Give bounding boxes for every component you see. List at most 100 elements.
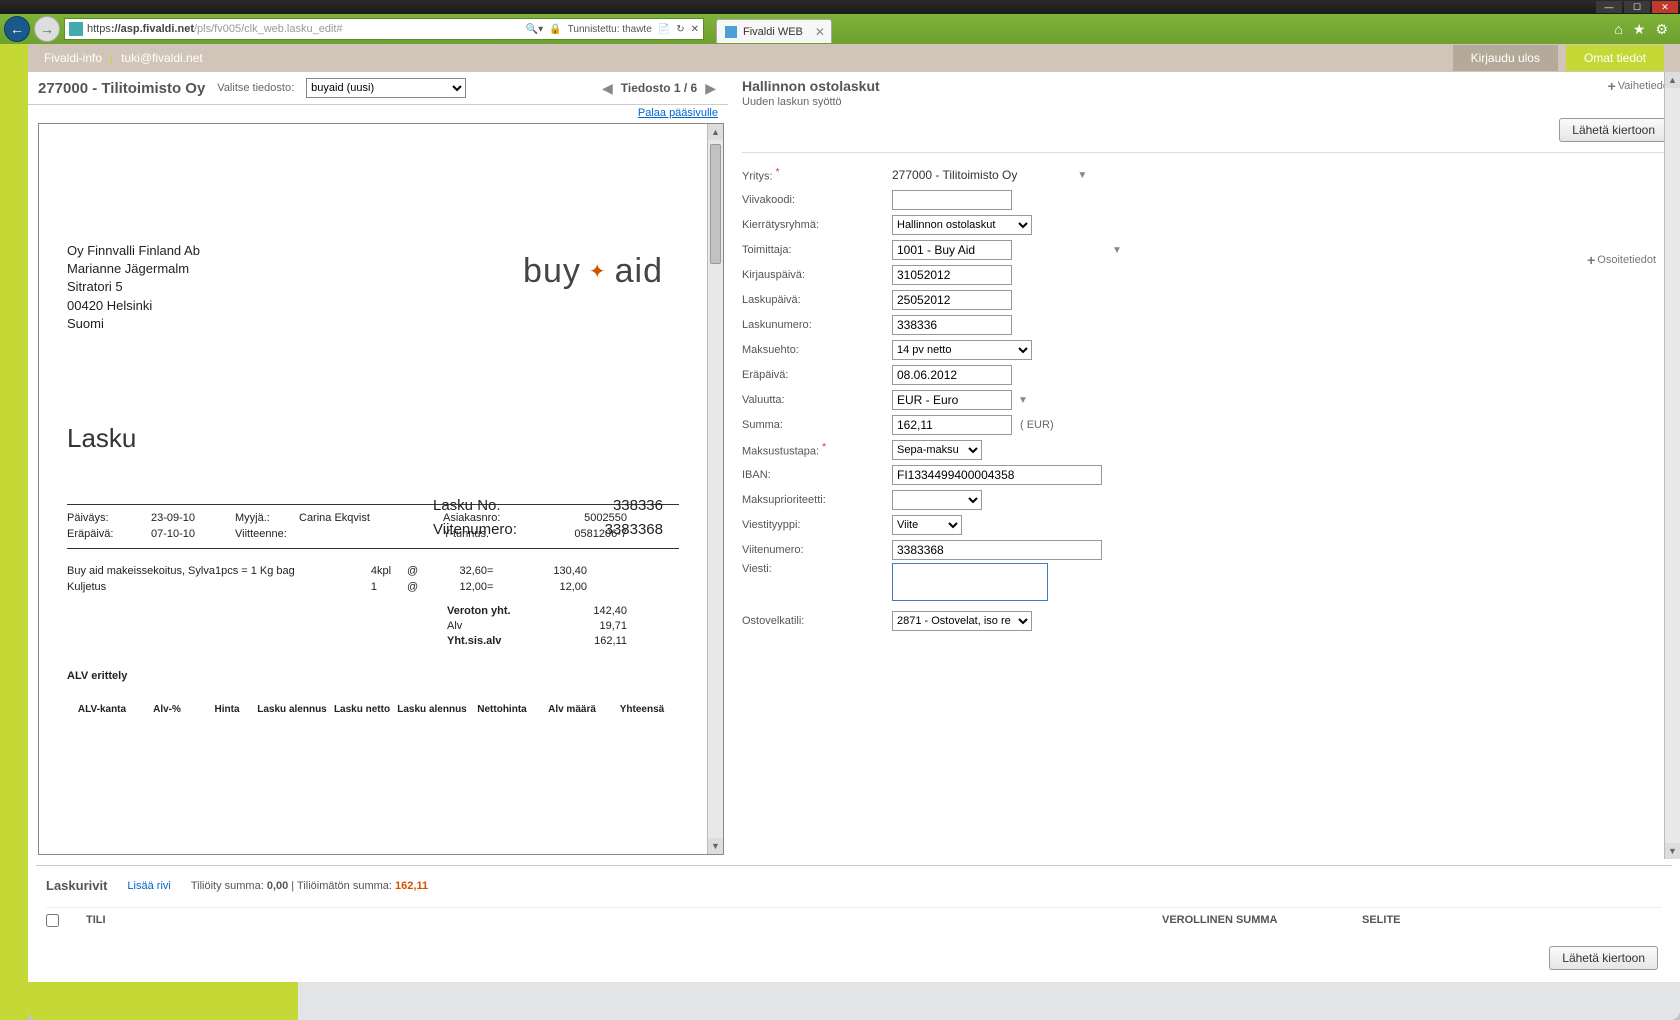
tab-strip: Fivaldi WEB ✕ [708,15,1610,43]
url-text: https://asp.fivaldi.net/pls/fv005/clk_we… [87,23,526,35]
tab-title: Fivaldi WEB [743,26,803,38]
textarea-viesti[interactable] [892,563,1048,601]
sum-text: Tiliöity summa: 0,00 | Tiliöimätön summa… [191,880,428,892]
select-maksuprio[interactable] [892,490,982,510]
label-toimittaja: Toimittaja: [742,244,892,256]
label-iban: IBAN: [742,469,892,481]
alv-section-title: ALV erittely [67,670,679,682]
window-minimize-button[interactable]: — [1596,1,1622,13]
select-all-checkbox[interactable] [46,914,59,927]
window-maximize-button[interactable]: ☐ [1624,1,1650,13]
window-close-button[interactable]: ✕ [1652,1,1678,13]
invoice-scrollbar[interactable]: ▲ ▼ [707,124,723,854]
label-viivakoodi: Viivakoodi: [742,194,892,206]
input-laskupaiva[interactable] [892,290,1012,310]
value-yritys: 277000 - Tilitoimisto Oy [892,168,1017,182]
right-scrollbar[interactable]: ▲ ▼ [1664,72,1680,859]
label-viesti: Viesti: [742,563,892,575]
favorites-icon[interactable]: ★ [1633,21,1646,38]
dropdown-icon[interactable]: ▼ [1018,395,1028,406]
input-erapaiva[interactable] [892,365,1012,385]
select-maksutapa[interactable]: Sepa-maksu [892,440,982,460]
invoice-lines: Buy aid makeissekoitus, Sylva1pcs = 1 Kg… [67,563,679,596]
dropdown-icon[interactable]: ▼ [1112,245,1122,256]
input-viivakoodi[interactable] [892,190,1012,210]
invoice-numbers: Lasku No.338336 Viitenumero:3383368 [433,494,663,542]
input-iban[interactable] [892,465,1102,485]
input-toimittaja[interactable] [892,240,1012,260]
invoice-viewer: buy✦aid Oy Finnvalli Finland Ab Marianne… [38,123,724,855]
left-panel: 277000 - Tilitoimisto Oy Valitse tiedost… [28,72,728,859]
address-bar[interactable]: https://asp.fivaldi.net/pls/fv005/clk_we… [64,18,704,40]
invoice-totals: Veroton yht.142,40 Alv19,71 Yht.sis.alv1… [67,604,679,650]
invoice-form: Yritys: *277000 - Tilitoimisto Oy ▼ Viiva… [742,153,1672,640]
select-viestityyppi[interactable]: Viite [892,515,962,535]
label-kirjauspaiva: Kirjauspäivä: [742,269,892,281]
file-select-label: Valitse tiedosto: [217,82,294,94]
home-icon[interactable]: ⌂ [1614,21,1622,38]
right-panel-title: Hallinnon ostolaskut [742,78,880,94]
label-maksuprio: Maksuprioriteetti: [742,494,892,506]
right-panel: Hallinnon ostolaskut Uuden laskun syöttö… [728,72,1680,859]
scroll-thumb[interactable] [710,144,721,264]
send-circulation-button-bottom[interactable]: Lähetä kiertoon [1549,946,1658,970]
menu-fivaldi-info[interactable]: Fivaldi-info [44,51,102,65]
send-circulation-button-top[interactable]: Lähetä kiertoon [1559,118,1668,142]
menu-support-email[interactable]: tuki@fivaldi.net [121,51,203,65]
back-button[interactable]: ← [4,16,30,42]
compat-icon[interactable]: 📄 [658,24,670,35]
dropdown-icon[interactable]: ▼ [1077,170,1087,181]
invoice-logo: buy✦aid [523,252,663,291]
col-verollinen: VEROLLINEN SUMMA [1162,914,1362,930]
currency-note: ( EUR) [1020,419,1054,431]
security-text: Tunnistettu: thawte [568,24,652,35]
label-laskupaiva: Laskupäivä: [742,294,892,306]
input-viitenumero[interactable] [892,540,1102,560]
scroll-down-icon[interactable]: ▼ [708,838,723,854]
label-maksutapa: Maksustustapa: * [742,442,892,458]
label-yritys: Yritys: * [742,167,892,183]
browser-tab[interactable]: Fivaldi WEB ✕ [716,19,832,43]
invoice-title: Lasku [67,423,679,454]
col-selite: SELITE [1362,914,1662,930]
input-summa[interactable] [892,415,1012,435]
url-controls: 🔍▾ 🔒 Tunnistettu: thawte 📄 ↻ ✕ [526,24,699,35]
scroll-down-icon[interactable]: ▼ [1665,843,1680,859]
company-title: 277000 - Tilitoimisto Oy [38,80,205,97]
file-prev-icon[interactable]: ◀ [600,80,615,97]
scroll-up-icon[interactable]: ▲ [1665,72,1680,88]
select-kierratys[interactable]: Hallinnon ostolaskut [892,215,1032,235]
tools-icon[interactable]: ⚙ [1655,21,1668,38]
tab-close-icon[interactable]: ✕ [815,25,825,39]
browser-nav-bar: ← → https://asp.fivaldi.net/pls/fv005/cl… [0,14,1680,44]
input-valuutta[interactable] [892,390,1012,410]
label-ostovelkatili: Ostovelkatili: [742,615,892,627]
logout-button[interactable]: Kirjaudu ulos [1453,45,1558,71]
label-valuutta: Valuutta: [742,394,892,406]
refresh-icon[interactable]: ↻ [676,24,684,35]
add-row-link[interactable]: Lisää rivi [127,880,170,892]
select-maksuehto[interactable]: 14 pv netto [892,340,1032,360]
search-dropdown-icon[interactable]: 🔍▾ [526,24,543,35]
select-ostovelkatili[interactable]: 2871 - Ostovelat, iso re [892,611,1032,631]
label-summa: Summa: [742,419,892,431]
label-viestityyppi: Viestityyppi: [742,519,892,531]
left-accent-bar [0,44,28,1020]
label-viitenumero: Viitenumero: [742,544,892,556]
scroll-up-icon[interactable]: ▲ [708,124,723,140]
back-to-main-link[interactable]: Palaa pääsivulle [638,105,728,119]
file-counter: Tiedosto 1 / 6 [621,81,697,95]
osoitetiedot-link[interactable]: +Osoitetiedot [1587,252,1656,268]
stop-icon[interactable]: ✕ [691,24,699,35]
file-next-icon[interactable]: ▶ [703,80,718,97]
input-kirjauspaiva[interactable] [892,265,1012,285]
forward-button[interactable]: → [34,16,60,42]
file-select[interactable]: buyaid (uusi) [306,78,466,98]
top-menu: Fivaldi-info | tuki@fivaldi.net Kirjaudu… [28,44,1680,72]
vaihetiedot-link[interactable]: +Vaihetiedot [1608,78,1672,94]
tab-favicon [725,26,737,38]
invoice-document: buy✦aid Oy Finnvalli Finland Ab Marianne… [39,124,707,854]
lock-icon: 🔒 [549,24,561,35]
own-info-button[interactable]: Omat tiedot [1566,45,1664,71]
input-laskunumero[interactable] [892,315,1012,335]
